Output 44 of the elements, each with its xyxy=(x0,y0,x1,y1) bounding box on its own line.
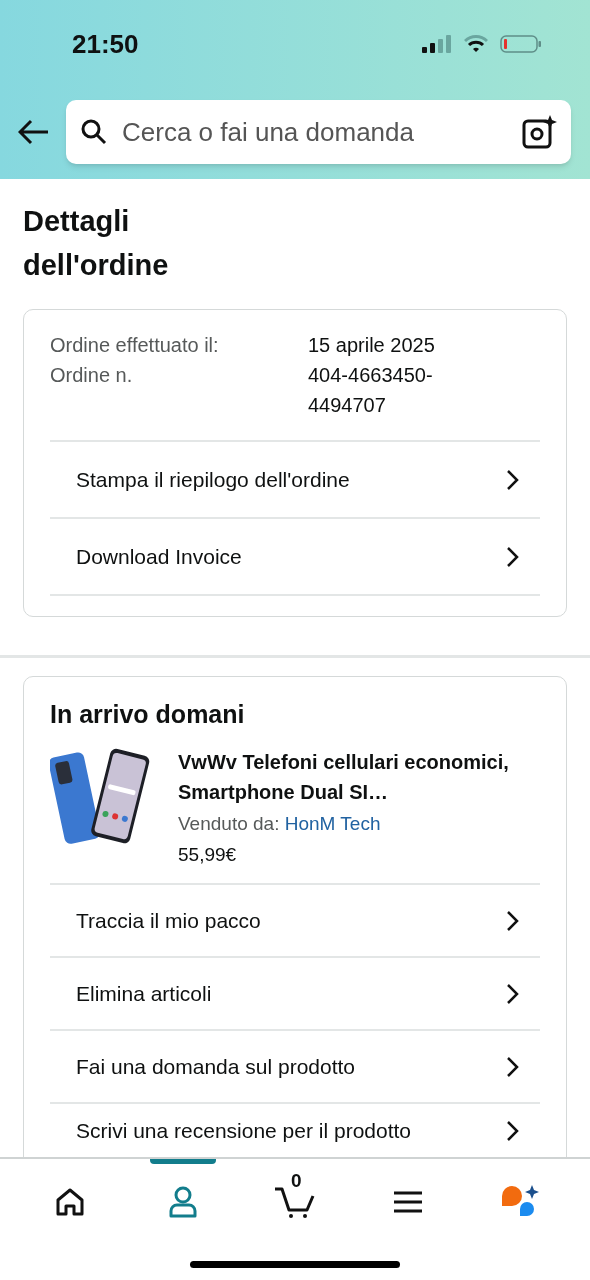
row-label: Stampa il riepilogo dell'ordine xyxy=(76,466,350,493)
page-title: Dettagli dell'ordine xyxy=(23,204,170,283)
row-label: Fai una domanda sul prodotto xyxy=(76,1053,356,1080)
menu-row[interactable]: Traccia il mio pacco xyxy=(50,885,540,958)
chevron-right-icon xyxy=(506,982,520,1005)
menu-row[interactable]: Download Invoice xyxy=(50,519,540,596)
chevron-right-icon xyxy=(506,909,520,932)
chevron-right-icon xyxy=(506,545,520,568)
search-input: Cerca o fai una domanda xyxy=(122,112,507,152)
row-label: Traccia il mio pacco xyxy=(76,907,261,934)
person-icon xyxy=(167,1186,198,1218)
search-icon xyxy=(80,118,108,146)
menu-row[interactable]: Elimina articoli xyxy=(50,958,540,1031)
camera-sparkle-icon[interactable] xyxy=(521,114,557,150)
seller-link[interactable]: HonM Tech xyxy=(284,813,381,834)
product-title[interactable]: VwWv Telefoni cellulari economici, Smartphone Dual SI… xyxy=(178,747,540,807)
row-label: Elimina articoli xyxy=(76,980,212,1007)
field-label: Ordine effettuato il: xyxy=(50,333,220,358)
field-label: Ordine n. xyxy=(50,363,134,388)
clock-time: 21:50 xyxy=(72,27,139,61)
menu-row[interactable]: Stampa il riepilogo dell'ordine xyxy=(50,442,540,519)
search-field[interactable]: Cerca o fai una domanda xyxy=(66,100,571,164)
field-value: 404-4663450-4494707 xyxy=(308,363,434,418)
chevron-right-icon xyxy=(506,1055,520,1078)
signal-icon xyxy=(422,34,452,54)
cart-count: 0 xyxy=(291,1171,302,1190)
wifi-icon xyxy=(464,35,488,53)
field-value: 15 aprile 2025 xyxy=(308,333,436,358)
chat-bubbles-icon xyxy=(500,1185,540,1219)
menu-row[interactable]: Fai una domanda sul prodotto xyxy=(50,1031,540,1104)
menu-row[interactable]: Scrivi una recensione per il prodotto xyxy=(50,1104,540,1158)
cart-icon xyxy=(274,1186,316,1218)
menu-icon xyxy=(392,1190,423,1214)
back-arrow-icon[interactable] xyxy=(18,119,50,145)
chevron-right-icon xyxy=(506,468,520,491)
home-icon xyxy=(55,1188,85,1216)
nav-tab[interactable]: 0 xyxy=(262,1159,328,1231)
section-heading: In arrivo domani xyxy=(50,699,246,730)
row-label: Download Invoice xyxy=(76,543,242,570)
product-price: 55,99€ xyxy=(178,843,238,867)
seller-label: Venduto da: xyxy=(178,813,280,834)
battery-icon xyxy=(500,34,542,54)
row-label: Scrivi una recensione per il prodotto xyxy=(76,1118,411,1145)
chevron-right-icon xyxy=(506,1120,520,1142)
